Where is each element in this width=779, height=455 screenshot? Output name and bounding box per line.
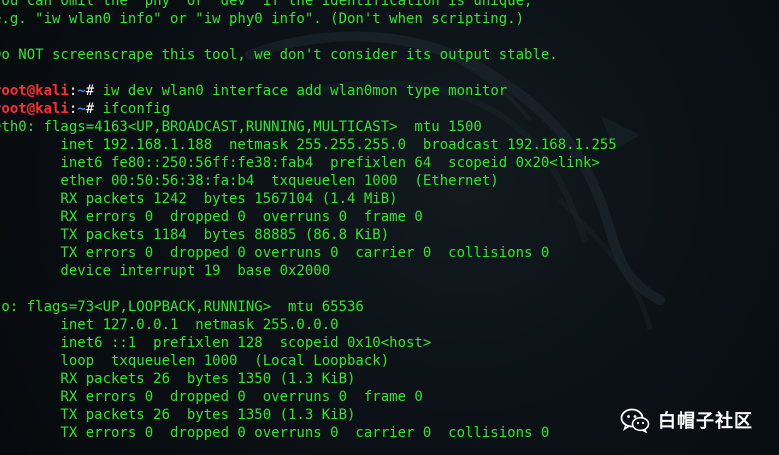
prompt-user: root@kali	[0, 101, 69, 117]
prompt-symbol: #	[85, 101, 95, 117]
output-line: RX errors 0 dropped 0 overruns 0 frame 0	[0, 389, 423, 405]
output-line: inet 192.168.1.188 netmask 255.255.255.0…	[0, 137, 617, 153]
output-line: inet 127.0.0.1 netmask 255.0.0.0	[0, 317, 339, 333]
output-line: eth0: flags=4163<UP,BROADCAST,RUNNING,MU…	[0, 119, 482, 135]
output-line: TX packets 1184 bytes 88885 (86.8 KiB)	[0, 227, 390, 243]
output-line: lo: flags=73<UP,LOOPBACK,RUNNING> mtu 65…	[0, 299, 364, 315]
output-line: device interrupt 19 base 0x2000	[0, 263, 331, 279]
output-line: e.g. "iw wlan0 info" or "iw phy0 info". …	[0, 11, 525, 27]
terminal-window[interactable]: You can omit the 'phy' or 'dev' if the i…	[0, 0, 779, 455]
terminal-output: You can omit the 'phy' or 'dev' if the i…	[0, 0, 779, 442]
output-line: RX errors 0 dropped 0 overruns 0 frame 0	[0, 209, 423, 225]
output-line: RX packets 1242 bytes 1567104 (1.4 MiB)	[0, 191, 398, 207]
prompt-symbol: #	[85, 83, 95, 99]
output-line: ether 00:50:56:38:fa:b4 txqueuelen 1000 …	[0, 173, 499, 189]
output-line: Do NOT screenscrape this tool, we don't …	[0, 47, 558, 63]
output-line: loop txqueuelen 1000 (Local Loopback)	[0, 353, 390, 369]
prompt-line: root@kali:~# iw dev wlan0 interface add …	[0, 82, 779, 100]
output-line: inet6 fe80::250:56ff:fe38:fab4 prefixlen…	[0, 155, 600, 171]
output-line: inet6 ::1 prefixlen 128 scopeid 0x10<hos…	[0, 335, 432, 351]
wechat-watermark: 白帽子社区	[620, 407, 753, 433]
watermark-text: 白帽子社区	[658, 411, 753, 432]
prompt-path: ~	[77, 101, 86, 117]
prompt-path: ~	[77, 83, 86, 99]
command-text: iw dev wlan0 interface add wlan0mon type…	[94, 83, 508, 99]
command-text: ifconfig	[94, 101, 171, 117]
wechat-icon	[620, 408, 650, 433]
prompt-line: root@kali:~# ifconfig	[0, 100, 779, 118]
output-line: You can omit the 'phy' or 'dev' if the i…	[0, 0, 533, 9]
prompt-user: root@kali	[0, 83, 69, 99]
output-line: RX packets 26 bytes 1350 (1.3 KiB)	[0, 371, 356, 387]
output-line: TX errors 0 dropped 0 overruns 0 carrier…	[0, 245, 550, 261]
